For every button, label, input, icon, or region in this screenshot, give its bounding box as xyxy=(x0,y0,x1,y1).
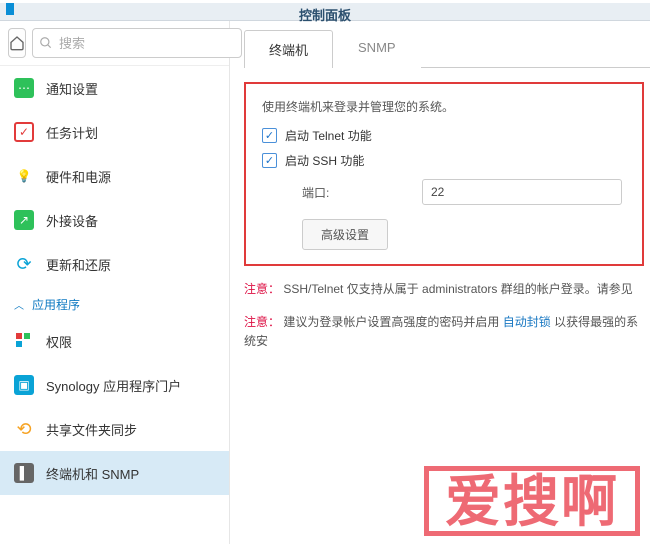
sidebar-item-privileges[interactable]: 权限 xyxy=(0,319,229,363)
note-auto-block: 注意： 建议为登录帐户设置高强度的密码并启用 自动封锁 以获得最强的系统安 xyxy=(244,313,650,351)
tabs: 终端机 SNMP xyxy=(244,29,650,68)
terminal-settings-panel: 使用终端机来登录并管理您的系统。 ✓ 启动 Telnet 功能 ✓ 启动 SSH… xyxy=(244,82,644,266)
note-prefix: 注意： xyxy=(244,315,280,329)
section-label: 应用程序 xyxy=(32,296,80,313)
port-input[interactable] xyxy=(422,179,622,205)
sync-icon: ⟲ xyxy=(14,419,34,439)
terminal-icon: ▌ xyxy=(14,463,34,483)
sidebar-item-hardware[interactable]: 💡 硬件和电源 xyxy=(0,154,229,198)
main-panel: 终端机 SNMP 使用终端机来登录并管理您的系统。 ✓ 启动 Telnet 功能… xyxy=(230,21,650,544)
sidebar-item-label: 更新和还原 xyxy=(46,255,111,274)
sidebar-item-external[interactable]: ↗ 外接设备 xyxy=(0,198,229,242)
note-prefix: 注意： xyxy=(244,282,280,296)
panel-description: 使用终端机来登录并管理您的系统。 xyxy=(262,98,626,115)
sidebar-item-label: 硬件和电源 xyxy=(46,167,111,186)
checkbox-checked-icon[interactable]: ✓ xyxy=(262,153,277,168)
tab-terminal[interactable]: 终端机 xyxy=(244,30,333,68)
note-admin-only: 注意： SSH/Telnet 仅支持从属于 administrators 群组的… xyxy=(244,280,650,299)
portal-icon: ▣ xyxy=(14,375,34,395)
sidebar-item-shared-sync[interactable]: ⟲ 共享文件夹同步 xyxy=(0,407,229,451)
sidebar-item-app-portal[interactable]: ▣ Synology 应用程序门户 xyxy=(0,363,229,407)
tab-label: 终端机 xyxy=(269,43,308,58)
home-icon xyxy=(9,35,25,51)
refresh-icon: ⟳ xyxy=(14,254,34,274)
chat-icon: ⋯ xyxy=(14,78,34,98)
sidebar-item-label: 通知设置 xyxy=(46,79,98,98)
sidebar-item-label: 终端机和 SNMP xyxy=(46,464,139,483)
sidebar-item-update[interactable]: ⟳ 更新和还原 xyxy=(0,242,229,286)
sidebar-item-terminal-snmp[interactable]: ▌ 终端机和 SNMP xyxy=(0,451,229,495)
note-text: SSH/Telnet 仅支持从属于 administrators 群组的帐户登录… xyxy=(283,282,632,296)
sidebar-item-notification[interactable]: ⋯ 通知设置 xyxy=(0,66,229,110)
search-box[interactable] xyxy=(32,28,242,58)
telnet-label: 启动 Telnet 功能 xyxy=(285,127,372,144)
button-label: 高级设置 xyxy=(321,228,369,242)
home-button[interactable] xyxy=(8,28,26,58)
search-icon xyxy=(39,36,53,50)
chevron-up-icon: ︿ xyxy=(14,297,24,312)
checkbox-checked-icon[interactable]: ✓ xyxy=(262,128,277,143)
bulb-icon: 💡 xyxy=(14,166,34,186)
tab-snmp[interactable]: SNMP xyxy=(333,30,421,68)
calendar-check-icon: ✓ xyxy=(14,122,34,142)
section-applications[interactable]: ︿ 应用程序 xyxy=(0,286,229,319)
sidebar-item-label: 权限 xyxy=(46,332,72,351)
search-input[interactable] xyxy=(59,36,235,51)
grid-icon xyxy=(14,331,34,351)
auto-block-link[interactable]: 自动封锁 xyxy=(503,315,551,329)
sidebar-item-label: 外接设备 xyxy=(46,211,98,230)
advanced-settings-button[interactable]: 高级设置 xyxy=(302,219,388,250)
ssh-row[interactable]: ✓ 启动 SSH 功能 xyxy=(262,152,626,169)
arrow-up-icon: ↗ xyxy=(14,210,34,230)
sidebar-item-label: Synology 应用程序门户 xyxy=(46,376,181,395)
note-text: 建议为登录帐户设置高强度的密码并启用 xyxy=(283,315,502,329)
telnet-row[interactable]: ✓ 启动 Telnet 功能 xyxy=(262,127,626,144)
sidebar-nav: ⋯ 通知设置 ✓ 任务计划 💡 硬件和电源 ↗ 外接设备 ⟳ 更新和还原 ︿ 应 xyxy=(0,66,229,544)
tab-label: SNMP xyxy=(358,40,396,55)
sidebar: ⋯ 通知设置 ✓ 任务计划 💡 硬件和电源 ↗ 外接设备 ⟳ 更新和还原 ︿ 应 xyxy=(0,21,230,544)
sidebar-item-label: 任务计划 xyxy=(46,123,98,142)
sidebar-item-scheduler[interactable]: ✓ 任务计划 xyxy=(0,110,229,154)
port-label: 端口: xyxy=(302,184,412,201)
ssh-label: 启动 SSH 功能 xyxy=(285,152,364,169)
sidebar-item-label: 共享文件夹同步 xyxy=(46,420,137,439)
